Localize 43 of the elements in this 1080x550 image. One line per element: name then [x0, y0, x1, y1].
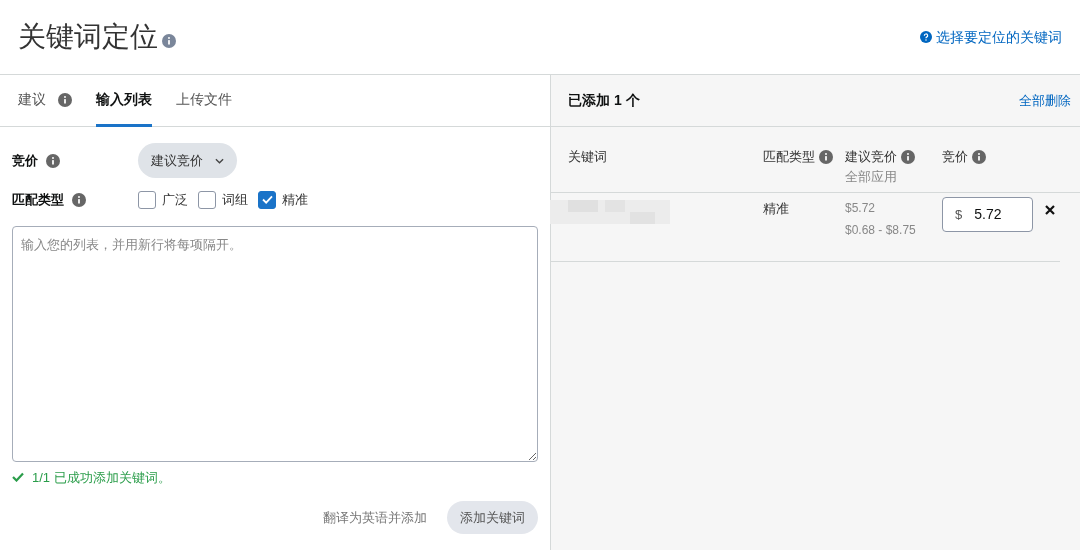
added-count: 已添加 1 个 [568, 91, 640, 110]
info-icon [58, 92, 72, 107]
checkbox-label: 精准 [282, 191, 308, 209]
checkbox[interactable] [138, 190, 156, 209]
chevron-down-icon [215, 157, 224, 164]
bid-dropdown[interactable]: 建议竞价 [138, 143, 237, 178]
translate-button[interactable]: 翻译为英语并添加 [323, 507, 427, 528]
field-label: 竞价 [12, 151, 38, 170]
tab[interactable]: 建议 [18, 75, 72, 127]
remove-all-link[interactable]: 全部删除 [1019, 90, 1071, 111]
column-header: 竞价 [942, 148, 968, 166]
info-icon [72, 192, 86, 207]
check-icon [261, 195, 273, 205]
info-icon [46, 153, 60, 168]
success-message: 1/1 已成功添加关键词。 [32, 468, 171, 487]
close-icon [1044, 204, 1056, 216]
bid-input[interactable]: $ 5.72 [942, 197, 1033, 232]
field-label: 匹配类型 [12, 191, 64, 209]
bid-range: $0.68 - $8.75 [845, 222, 917, 239]
checkbox-label: 广泛 [162, 191, 188, 209]
checkbox[interactable] [258, 190, 276, 209]
match-type-cell-text: 精准 [763, 200, 790, 218]
page-title: 关键词定位 [18, 20, 158, 54]
check-icon [12, 472, 24, 483]
currency-symbol: $ [955, 205, 963, 224]
column-header: 建议竞价 [845, 148, 897, 166]
checkbox[interactable] [198, 190, 216, 209]
help-icon [920, 31, 932, 43]
column-header: 关键词 [568, 148, 607, 166]
info-icon [972, 149, 986, 164]
suggested-bid: $5.72 [845, 200, 877, 217]
column-header: 匹配类型 [763, 148, 815, 166]
help-link[interactable]: 选择要定位的关键词 [920, 26, 1062, 48]
info-icon [819, 149, 833, 164]
info-icon [162, 34, 176, 48]
tab[interactable]: 输入列表 [96, 75, 152, 127]
info-icon [901, 149, 915, 164]
list-input[interactable]: 输入您的列表，并用新行将每项隔开。 [12, 225, 538, 462]
close-button[interactable] [1044, 203, 1058, 217]
tab[interactable]: 上传文件 [176, 75, 232, 127]
bid-value: 5.72 [974, 205, 1002, 224]
add-keywords-button[interactable]: 添加关键词 [447, 501, 538, 534]
checkbox-label: 词组 [222, 191, 248, 209]
